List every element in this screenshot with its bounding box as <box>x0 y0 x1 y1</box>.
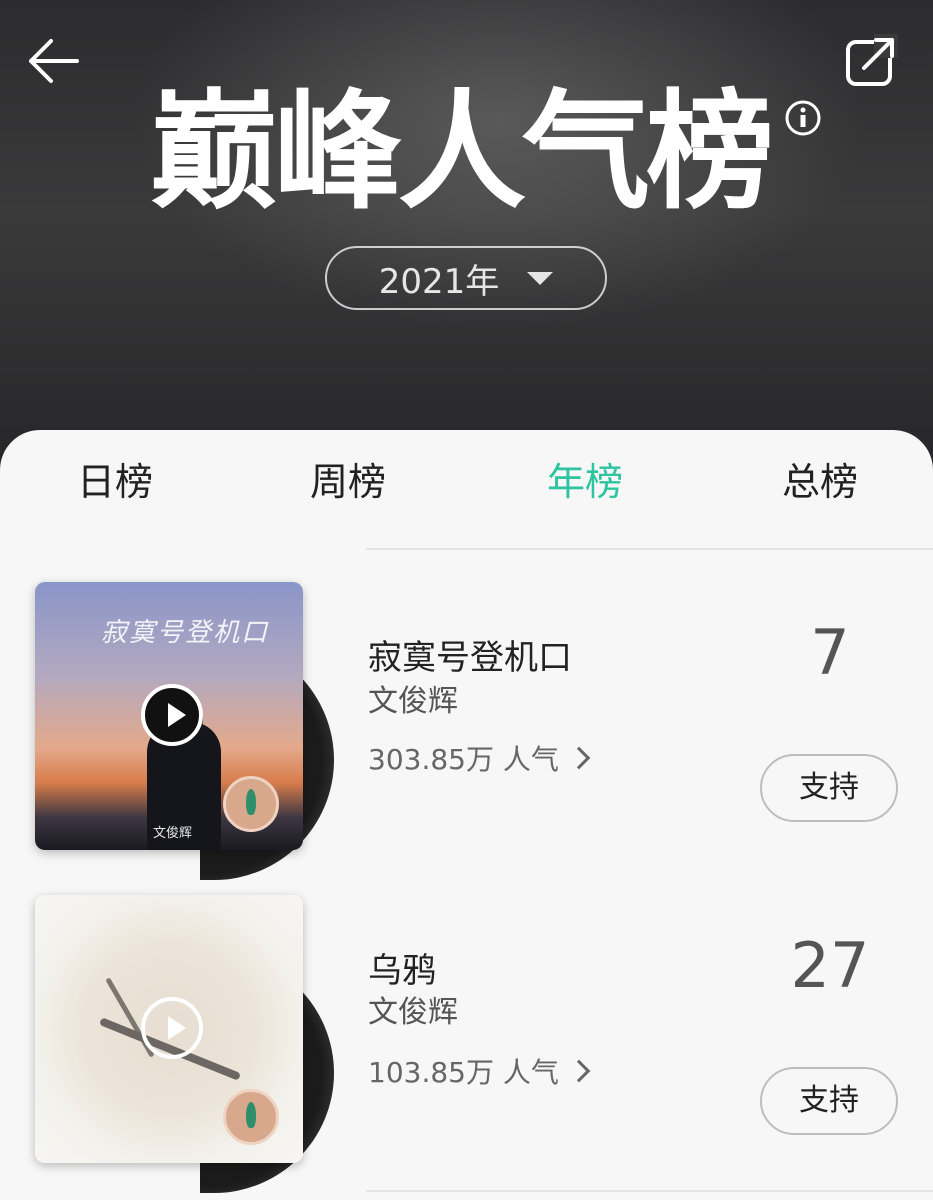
cover-artist-text: 文俊辉 <box>153 826 193 841</box>
album-cover[interactable]: 寂寞号登机口 文俊辉 <box>35 582 303 850</box>
play-button[interactable] <box>141 684 203 746</box>
song-row[interactable]: 乌鸦 文俊辉 103.85万 人气 27 支持 <box>0 895 933 1195</box>
share-button[interactable] <box>840 30 902 92</box>
tab-bar: 日榜 周榜 年榜 总榜 <box>0 430 933 548</box>
chevron-right-icon <box>567 746 591 770</box>
arrow-left-icon <box>29 39 79 83</box>
page-title: 巅峰人气榜 <box>150 78 774 227</box>
album-cover[interactable] <box>35 895 303 1163</box>
info-icon[interactable] <box>785 100 821 136</box>
divider <box>366 1190 933 1192</box>
year-select[interactable]: 2021年 <box>325 246 607 310</box>
popularity-value: 103.85万 人气 <box>368 1056 559 1089</box>
song-artist[interactable]: 文俊辉 <box>368 676 458 720</box>
play-button[interactable] <box>141 997 203 1059</box>
tab-weekly[interactable]: 周榜 <box>288 452 408 512</box>
tab-daily[interactable]: 日榜 <box>55 452 175 512</box>
share-external-icon <box>846 34 898 86</box>
caret-down-icon <box>527 271 554 285</box>
song-title[interactable]: 乌鸦 <box>368 943 436 992</box>
song-title[interactable]: 寂寞号登机口 <box>368 630 572 679</box>
song-row[interactable]: 寂寞号登机口 文俊辉 寂寞号登机口 文俊辉 303.85万 人气 7 支持 <box>0 582 933 882</box>
play-icon <box>168 703 186 727</box>
header: 巅峰人气榜 2021年 <box>0 0 933 470</box>
popularity-link[interactable]: 103.85万 人气 <box>368 1051 591 1091</box>
play-icon <box>168 1016 186 1040</box>
back-button[interactable] <box>22 30 84 92</box>
tab-all-time[interactable]: 总榜 <box>760 452 880 512</box>
popularity-link[interactable]: 303.85万 人气 <box>368 738 591 778</box>
year-select-value: 2021年 <box>378 261 500 302</box>
ranking-panel: 日榜 周榜 年榜 总榜 寂寞号登机口 文俊辉 寂寞号登机口 文俊辉 303.85… <box>0 430 933 1200</box>
divider <box>366 548 933 550</box>
award-badge-icon <box>223 776 279 832</box>
tab-yearly[interactable]: 年榜 <box>525 452 645 512</box>
award-badge-icon <box>223 1089 279 1145</box>
popularity-value: 303.85万 人气 <box>368 743 559 776</box>
song-artist[interactable]: 文俊辉 <box>368 987 458 1031</box>
support-button[interactable]: 支持 <box>760 754 898 822</box>
rank-number: 27 <box>790 929 870 1002</box>
cover-title-text: 寂寞号登机口 <box>101 618 270 648</box>
support-button[interactable]: 支持 <box>760 1067 898 1135</box>
rank-number: 7 <box>810 616 850 689</box>
chevron-right-icon <box>567 1059 591 1083</box>
